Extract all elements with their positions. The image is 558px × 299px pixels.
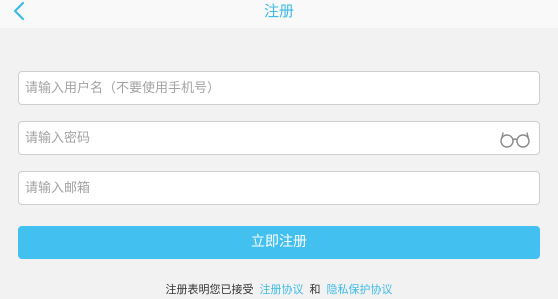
privacy-link[interactable]: 隐私保护协议	[327, 283, 393, 296]
password-input[interactable]	[25, 122, 495, 154]
password-visibility-toggle[interactable]	[499, 130, 531, 148]
email-input[interactable]	[25, 172, 495, 204]
glasses-icon	[500, 132, 530, 148]
email-field[interactable]	[18, 171, 540, 205]
username-input[interactable]	[25, 72, 495, 104]
register-button[interactable]: 立即注册	[18, 226, 540, 259]
terms-link[interactable]: 注册协议	[260, 283, 304, 296]
agreement-conjunction: 和	[309, 283, 321, 296]
username-field[interactable]	[18, 71, 540, 105]
agreement-notice: 注册表明您已接受 注册协议和隐私保护协议	[0, 282, 558, 298]
navigation-bar: 注册	[0, 0, 558, 28]
page-title: 注册	[263, 2, 294, 20]
password-field[interactable]	[18, 121, 540, 155]
back-button[interactable]	[6, 0, 34, 26]
agreement-prefix: 注册表明您已接受	[165, 283, 254, 296]
chevron-left-icon	[13, 1, 25, 21]
